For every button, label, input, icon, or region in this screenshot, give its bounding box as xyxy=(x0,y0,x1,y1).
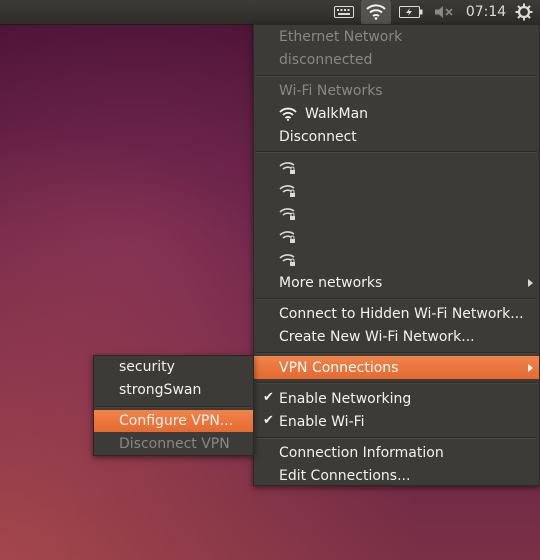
disconnect-item[interactable]: Disconnect xyxy=(254,125,539,148)
connection-information-item[interactable]: Connection Information xyxy=(254,441,539,464)
wifi-secured-icon xyxy=(279,253,295,266)
vpn-item-strongswan[interactable]: strongSwan xyxy=(94,379,253,401)
edit-connections-item[interactable]: Edit Connections... xyxy=(254,464,539,487)
sound-muted-icon xyxy=(435,6,453,18)
wifi-secured-icon xyxy=(279,230,295,243)
keyboard-icon xyxy=(334,6,354,18)
disconnect-vpn-item: Disconnect VPN xyxy=(119,436,230,452)
checkmark-icon: ✔ xyxy=(263,390,274,405)
wifi-network-secured[interactable] xyxy=(254,248,539,271)
more-networks-item[interactable]: More networks xyxy=(254,271,539,294)
enable-wifi-item[interactable]: ✔ Enable Wi-Fi xyxy=(254,410,539,433)
session-indicator[interactable] xyxy=(511,0,537,24)
menu-separator xyxy=(256,352,537,354)
battery-icon xyxy=(399,6,423,18)
menu-separator xyxy=(96,406,251,408)
wifi-network-secured[interactable] xyxy=(254,202,539,225)
wifi-header: Wi-Fi Networks xyxy=(279,82,383,99)
vpn-connections-item[interactable]: VPN Connections xyxy=(254,356,539,379)
menu-separator xyxy=(256,382,537,384)
keyboard-indicator[interactable] xyxy=(331,0,357,24)
enable-networking-label: Enable Networking xyxy=(279,390,412,407)
battery-indicator[interactable] xyxy=(395,0,427,24)
create-new-wifi-item[interactable]: Create New Wi-Fi Network... xyxy=(254,325,539,348)
network-menu: Ethernet Network disconnected Wi-Fi Netw… xyxy=(253,24,540,486)
gear-icon xyxy=(515,3,533,21)
vpn-connections-label: VPN Connections xyxy=(279,359,399,376)
menu-separator xyxy=(256,437,537,439)
wifi-icon xyxy=(366,4,386,20)
wifi-secured-icon xyxy=(279,161,295,174)
menu-separator xyxy=(256,75,537,77)
ethernet-status: disconnected xyxy=(279,51,373,68)
clock[interactable]: 07:14 xyxy=(462,0,510,24)
wifi-network-walkman[interactable]: WalkMan xyxy=(254,102,539,125)
network-indicator[interactable] xyxy=(361,0,391,24)
enable-wifi-label: Enable Wi-Fi xyxy=(279,413,365,430)
top-panel: 07:14 xyxy=(0,0,540,25)
menu-separator xyxy=(256,151,537,153)
wifi-secured-icon xyxy=(279,207,295,220)
connect-hidden-wifi-item[interactable]: Connect to Hidden Wi-Fi Network... xyxy=(254,302,539,325)
wifi-network-secured[interactable] xyxy=(254,156,539,179)
vpn-submenu: security strongSwan Configure VPN... Dis… xyxy=(93,355,254,456)
configure-vpn-item[interactable]: Configure VPN... xyxy=(94,410,253,432)
submenu-arrow-icon xyxy=(528,278,533,287)
more-networks-label: More networks xyxy=(279,274,383,291)
sound-indicator[interactable] xyxy=(430,0,458,24)
wifi-signal-icon xyxy=(279,107,297,121)
wifi-secured-icon xyxy=(279,184,295,197)
menu-separator xyxy=(256,298,537,300)
wifi-network-name: WalkMan xyxy=(305,105,369,122)
wifi-network-secured[interactable] xyxy=(254,179,539,202)
ethernet-header: Ethernet Network xyxy=(279,28,403,45)
wifi-network-secured[interactable] xyxy=(254,225,539,248)
checkmark-icon: ✔ xyxy=(263,413,274,428)
enable-networking-item[interactable]: ✔ Enable Networking xyxy=(254,387,539,410)
vpn-item-security[interactable]: security xyxy=(94,356,253,378)
submenu-arrow-icon xyxy=(528,363,533,372)
